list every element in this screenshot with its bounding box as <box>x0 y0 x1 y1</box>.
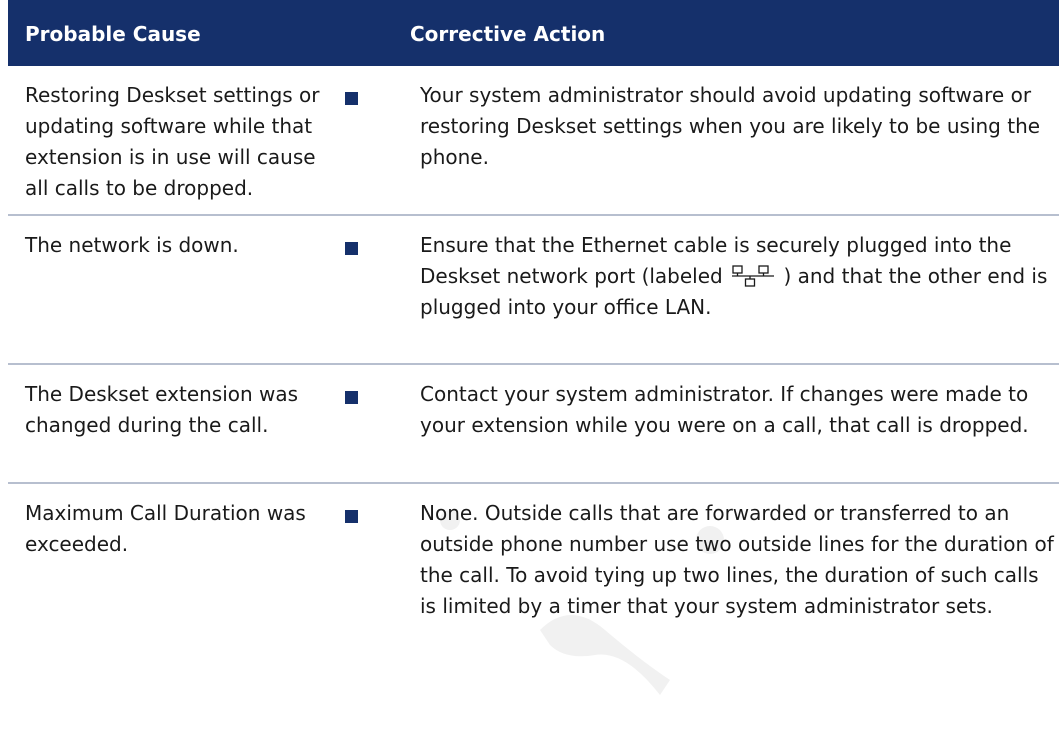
cause-cell: The network is down. <box>25 233 239 257</box>
bullet-icon <box>345 242 358 255</box>
action-cell: Contact your system administrator. If ch… <box>420 382 1029 437</box>
header-corrective-action: Corrective Action <box>410 22 606 46</box>
table-row: The Deskset extension was changed during… <box>8 365 1059 484</box>
action-cell: Your system administrator should avoid u… <box>420 83 1041 169</box>
network-port-icon <box>732 265 775 287</box>
bullet-icon <box>345 92 358 105</box>
table-header: Probable Cause Corrective Action <box>8 0 1059 66</box>
troubleshooting-table: Probable Cause Corrective Action Restori… <box>8 0 1059 695</box>
bullet-icon <box>345 510 358 523</box>
table-row: Maximum Call Duration was exceeded. None… <box>8 484 1059 695</box>
header-probable-cause: Probable Cause <box>25 22 201 46</box>
cause-cell: Restoring Deskset settings or updating s… <box>25 83 320 200</box>
table-row: The network is down. Ensure that the Eth… <box>8 216 1059 365</box>
cause-cell: Maximum Call Duration was exceeded. <box>25 501 306 556</box>
action-cell: None. Outside calls that are forwarded o… <box>420 501 1054 618</box>
bullet-icon <box>345 391 358 404</box>
cause-cell: The Deskset extension was changed during… <box>25 382 299 437</box>
table-row: Restoring Deskset settings or updating s… <box>8 66 1059 216</box>
action-cell: Ensure that the Ethernet cable is secure… <box>420 230 1059 323</box>
